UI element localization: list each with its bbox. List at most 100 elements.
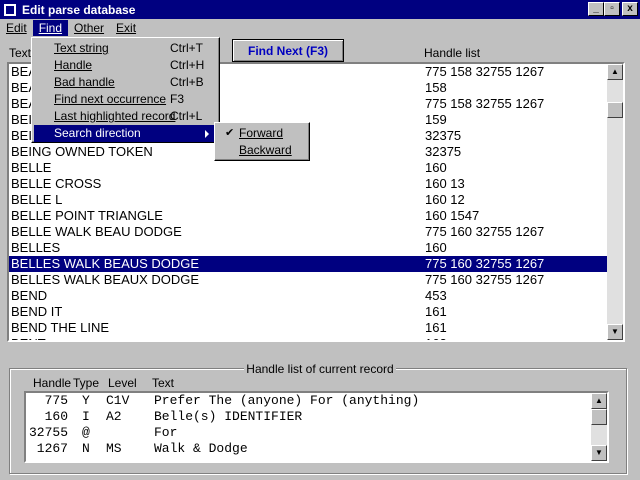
find-menu: Text string Ctrl+T Handle Ctrl+H Bad handl… bbox=[31, 37, 220, 143]
detail-row[interactable]: 775 Y C1V Prefer The (anyone) For (anything… bbox=[26, 393, 607, 409]
menu-other[interactable]: Other bbox=[68, 20, 110, 36]
group-title: Handle list of current record bbox=[244, 362, 396, 376]
record-text: BELLE bbox=[11, 160, 52, 175]
list-item[interactable]: BELLE L 160 12 bbox=[9, 192, 607, 208]
menu-item-handle[interactable]: Handle Ctrl+H bbox=[34, 57, 217, 74]
record-handles: 32375 bbox=[425, 128, 462, 143]
record-handles: 160 12 bbox=[425, 192, 465, 207]
record-handles: 160 13 bbox=[425, 176, 465, 191]
list-item[interactable]: BELLE CROSS 160 13 bbox=[9, 176, 607, 192]
record-handles: 160 bbox=[425, 240, 447, 255]
handle-detail-list[interactable]: 775 Y C1V Prefer The (anyone) For (anything… bbox=[24, 391, 609, 463]
record-handles: 161 bbox=[425, 320, 447, 335]
detail-row[interactable]: 1267 N MS Walk & Dodge bbox=[26, 441, 607, 457]
list-item[interactable]: BELLE POINT TRIANGLE 160 1547 bbox=[9, 208, 607, 224]
list-item[interactable]: BELLE 160 bbox=[9, 160, 607, 176]
detail-type: N bbox=[82, 441, 90, 456]
record-handles: 775 158 32755 1267 bbox=[425, 96, 545, 111]
record-text: BEND IT bbox=[11, 304, 63, 319]
menu-item-find-next-occurrence[interactable]: Find next occurrence F3 bbox=[34, 91, 217, 108]
list-item[interactable]: BELLE WALK BEAU DODGE 775 160 32755 1267 bbox=[9, 224, 607, 240]
minimize-button[interactable]: _ bbox=[588, 2, 604, 16]
detail-level: C1V bbox=[106, 393, 130, 408]
record-text: BELLE POINT TRIANGLE bbox=[11, 208, 163, 223]
list-item[interactable]: BEND THE LINE 161 bbox=[9, 320, 607, 336]
record-handles: 453 bbox=[425, 288, 447, 303]
detail-row[interactable]: 160 I A2 Belle(s) IDENTIFIER bbox=[26, 409, 607, 425]
detail-level: A2 bbox=[106, 409, 122, 424]
record-text: BELLE WALK BEAU DODGE bbox=[11, 224, 182, 239]
detail-text: Prefer The (anyone) For (anything) bbox=[154, 393, 420, 408]
list-item[interactable]: BELLES WALK BEAUX DODGE 775 160 32755 126… bbox=[9, 272, 607, 288]
menu-item-bad-handle[interactable]: Bad handle Ctrl+B bbox=[34, 74, 217, 91]
title-bar: Edit parse database _ ▫ x bbox=[0, 0, 640, 19]
record-text: BEING OWNED TOKEN bbox=[11, 144, 153, 159]
menu-edit[interactable]: Edit bbox=[0, 20, 33, 36]
list-item[interactable]: BEND IT 161 bbox=[9, 304, 607, 320]
list-item[interactable]: BENT 162 bbox=[9, 336, 607, 340]
record-text: BEI bbox=[11, 112, 32, 127]
detail-handle: 160 bbox=[44, 409, 68, 424]
record-text: BELLES WALK BEAUS DODGE bbox=[11, 256, 200, 271]
record-text: BELLES bbox=[11, 240, 61, 255]
record-handles: 32375 bbox=[425, 144, 462, 159]
record-text: BEND bbox=[11, 288, 48, 303]
scroll-down-button[interactable]: ▼ bbox=[607, 324, 623, 340]
close-button[interactable]: x bbox=[622, 2, 638, 16]
menu-bar: Edit Find Other Exit bbox=[0, 19, 640, 37]
scroll-up-button[interactable]: ▲ bbox=[607, 64, 623, 80]
window-title: Edit parse database bbox=[22, 2, 136, 17]
header-handle: Handle bbox=[33, 376, 72, 390]
menu-item-search-direction[interactable]: Search direction bbox=[34, 125, 217, 142]
detail-level: MS bbox=[106, 441, 122, 456]
detail-scroll-up-button[interactable]: ▲ bbox=[591, 393, 607, 409]
maximize-button[interactable]: ▫ bbox=[604, 2, 620, 16]
detail-handle: 32755 bbox=[28, 425, 68, 440]
record-handles: 159 bbox=[425, 112, 447, 127]
record-handles: 775 160 32755 1267 bbox=[425, 256, 545, 271]
record-handles: 160 bbox=[425, 160, 447, 175]
detail-text: Belle(s) IDENTIFIER bbox=[154, 409, 303, 424]
record-text: BELLE CROSS bbox=[11, 176, 102, 191]
menu-item-last-highlighted-record[interactable]: Last highlighted record Ctrl+L bbox=[34, 108, 217, 125]
record-text: BENT bbox=[11, 336, 46, 340]
scroll-thumb[interactable] bbox=[607, 102, 623, 118]
header-text: Text bbox=[152, 376, 175, 390]
detail-text: Walk & Dodge bbox=[154, 441, 248, 456]
menu-item-backward[interactable]: Backward bbox=[217, 142, 307, 159]
menu-item-forward[interactable]: ✔ Forward bbox=[217, 125, 307, 142]
submenu-arrow-icon bbox=[205, 130, 209, 138]
window-controls: _ ▫ x bbox=[588, 2, 638, 16]
app-icon[interactable] bbox=[4, 3, 16, 16]
list-item[interactable]: BELLES 160 bbox=[9, 240, 607, 256]
record-handles: 162 bbox=[425, 336, 447, 340]
detail-handle: 775 bbox=[44, 393, 68, 408]
record-text: BEI bbox=[11, 128, 32, 143]
detail-row[interactable]: 32755 @ For bbox=[26, 425, 607, 441]
detail-type: I bbox=[82, 409, 90, 424]
list-item[interactable]: BEND 453 bbox=[9, 288, 607, 304]
menu-item-text-string[interactable]: Text string Ctrl+T bbox=[34, 40, 217, 57]
list-item[interactable]: BELLES WALK BEAUS DODGE 775 160 32755 126… bbox=[9, 256, 607, 272]
record-handles: 775 158 32755 1267 bbox=[425, 64, 545, 79]
text-column-label: Text bbox=[9, 46, 32, 60]
record-handles: 158 bbox=[425, 80, 447, 95]
detail-scroll-thumb[interactable] bbox=[591, 409, 607, 425]
detail-text: For bbox=[154, 425, 178, 440]
record-text: BELLES WALK BEAUX DODGE bbox=[11, 272, 200, 287]
detail-scrollbar[interactable]: ▲ ▼ bbox=[591, 393, 607, 461]
record-list-scrollbar[interactable]: ▲ ▼ bbox=[607, 64, 623, 340]
handle-list-column-label: Handle list bbox=[424, 46, 481, 60]
record-handles: 161 bbox=[425, 304, 447, 319]
detail-scroll-down-button[interactable]: ▼ bbox=[591, 445, 607, 461]
header-level: Level bbox=[108, 376, 137, 390]
record-handles: 775 160 32755 1267 bbox=[425, 272, 545, 287]
menu-find[interactable]: Find bbox=[32, 20, 69, 36]
menu-exit[interactable]: Exit bbox=[110, 20, 142, 36]
checkmark-icon: ✔ bbox=[225, 127, 235, 139]
header-type: Type bbox=[73, 376, 100, 390]
detail-type: Y bbox=[82, 393, 90, 408]
record-handles: 775 160 32755 1267 bbox=[425, 224, 545, 239]
record-text: BELLE L bbox=[11, 192, 63, 207]
find-next-button[interactable]: Find Next (F3) bbox=[232, 39, 344, 62]
